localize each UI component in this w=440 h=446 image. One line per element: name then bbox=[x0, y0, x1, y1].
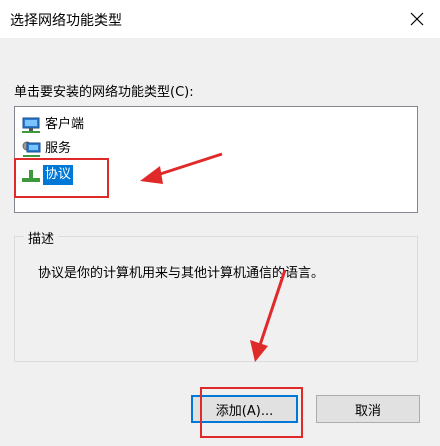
cancel-button[interactable]: 取消 bbox=[316, 395, 420, 423]
list-item-service[interactable]: 服务 bbox=[21, 138, 73, 160]
instruction-label: 单击要安装的网络功能类型(C): bbox=[14, 85, 194, 100]
annotation-highlight-add-button bbox=[200, 387, 303, 438]
annotation-arrows bbox=[140, 152, 287, 362]
network-client-icon bbox=[21, 115, 41, 135]
window-title: 选择网络功能类型 bbox=[10, 13, 122, 29]
dialog-window: 选择网络功能类型 单击要安装的网络功能类型(C): 客户端 服务 协议 描述 协… bbox=[0, 0, 440, 446]
description-group-title: 描述 bbox=[24, 228, 59, 247]
annotation-highlight-protocol bbox=[14, 158, 109, 198]
description-text: 协议是你的计算机用来与其他计算机通信的语言。 bbox=[38, 266, 325, 281]
list-item-label: 客户端 bbox=[45, 117, 85, 132]
list-item-client[interactable]: 客户端 bbox=[21, 114, 86, 136]
list-item-label: 服务 bbox=[45, 141, 72, 156]
close-button[interactable] bbox=[394, 0, 440, 38]
description-groupbox bbox=[14, 236, 418, 362]
close-icon bbox=[410, 12, 424, 26]
network-service-icon bbox=[21, 139, 41, 159]
title-bar: 选择网络功能类型 bbox=[0, 0, 440, 38]
